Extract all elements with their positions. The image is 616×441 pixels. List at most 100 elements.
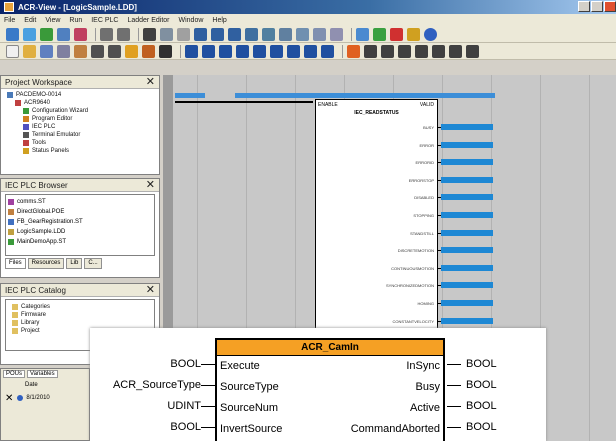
- build-icon[interactable]: [142, 44, 155, 58]
- tab-files[interactable]: Files: [5, 258, 26, 269]
- step-into-icon[interactable]: [219, 44, 232, 58]
- undo-icon[interactable]: [100, 27, 113, 41]
- find-icon[interactable]: [91, 44, 104, 58]
- tree-item[interactable]: ACR9640: [7, 99, 159, 107]
- set-coil-icon[interactable]: [432, 44, 445, 58]
- tree-item[interactable]: Terminal Emulator: [7, 131, 159, 139]
- coil-icon[interactable]: [398, 44, 411, 58]
- play-icon[interactable]: [185, 44, 198, 58]
- tree-item[interactable]: Configuration Wizard: [7, 107, 159, 115]
- compile-icon[interactable]: [125, 44, 138, 58]
- close-button[interactable]: [604, 1, 616, 12]
- output-variable-bar[interactable]: [441, 300, 493, 306]
- menu-view[interactable]: View: [45, 17, 60, 24]
- save-icon[interactable]: [40, 44, 53, 58]
- output-variable-bar[interactable]: [441, 176, 493, 183]
- compare-icon[interactable]: [74, 27, 87, 41]
- close-icon[interactable]: ✕: [146, 76, 155, 88]
- connect-icon[interactable]: [6, 27, 19, 41]
- arrow-down-icon[interactable]: [321, 44, 334, 58]
- step-icon[interactable]: [245, 27, 258, 41]
- new-file-icon[interactable]: [6, 44, 19, 58]
- tree-item[interactable]: Firmware: [12, 311, 154, 319]
- menu-window[interactable]: Window: [179, 17, 204, 24]
- output-variable-bar[interactable]: [441, 159, 493, 166]
- paste-icon[interactable]: [177, 27, 190, 41]
- redo-icon[interactable]: [117, 27, 130, 41]
- rewind-icon[interactable]: [228, 27, 241, 41]
- list-item[interactable]: LogicSample.LDD: [8, 227, 152, 237]
- list-item[interactable]: comms.ST: [8, 197, 152, 207]
- list-item[interactable]: MainDemoApp.ST: [8, 237, 152, 247]
- step-over-icon[interactable]: [202, 44, 215, 58]
- tree-item[interactable]: PACDEMO-0014: [7, 91, 159, 99]
- menu-help[interactable]: Help: [212, 17, 226, 24]
- arrow-right-icon[interactable]: [270, 44, 283, 58]
- close-icon[interactable]: ✕: [146, 179, 155, 191]
- function-block-iec-readstatus[interactable]: ENABLE VALID IEC_READSTATUS BUSY ERROR ERR…: [315, 99, 438, 341]
- print-icon[interactable]: [57, 44, 70, 58]
- stop-icon[interactable]: [390, 27, 403, 41]
- rung-icon[interactable]: [287, 44, 300, 58]
- oscilloscope-icon[interactable]: [330, 27, 343, 41]
- output-variable-bar[interactable]: [441, 229, 493, 236]
- output-variable-bar[interactable]: [441, 212, 493, 218]
- list-item[interactable]: DirectGlobal.POE: [8, 207, 152, 217]
- menu-iec-plc[interactable]: IEC PLC: [91, 17, 118, 24]
- menu-run[interactable]: Run: [69, 17, 82, 24]
- tree-item[interactable]: Library: [12, 319, 154, 327]
- tree-item[interactable]: Status Panels: [7, 147, 159, 155]
- fast-forward-icon[interactable]: [211, 27, 224, 41]
- tab-variables[interactable]: Variables: [27, 370, 58, 378]
- open-folder-icon[interactable]: [23, 44, 36, 58]
- tab-pous[interactable]: POUs: [3, 370, 26, 378]
- output-variable-bar[interactable]: [441, 247, 493, 254]
- tree-item[interactable]: Program Editor: [7, 115, 159, 123]
- copy-icon[interactable]: [160, 27, 173, 41]
- tab-lib[interactable]: Lib: [66, 258, 83, 269]
- arrow-up-icon[interactable]: [304, 44, 317, 58]
- jog-forward-icon[interactable]: [194, 27, 207, 41]
- disconnect-icon[interactable]: [23, 27, 36, 41]
- info-icon[interactable]: [424, 27, 437, 41]
- menu-file[interactable]: File: [4, 17, 15, 24]
- output-variable-bar[interactable]: [441, 141, 493, 148]
- reset-coil-icon[interactable]: [415, 44, 428, 58]
- minimize-button[interactable]: [578, 1, 590, 12]
- jump-icon[interactable]: [466, 44, 479, 58]
- menu-ladder-editor[interactable]: Ladder Editor: [127, 17, 169, 24]
- contact-icon[interactable]: [364, 44, 377, 58]
- book-icon[interactable]: [74, 44, 87, 58]
- nc-contact-icon[interactable]: [381, 44, 394, 58]
- close-icon[interactable]: ✕: [146, 284, 155, 296]
- list-item[interactable]: FB_GearRegistration.ST: [8, 217, 152, 227]
- monitor-icon[interactable]: [262, 27, 275, 41]
- plc-icon[interactable]: [356, 27, 369, 41]
- scope-icon[interactable]: [296, 27, 309, 41]
- branch-icon[interactable]: [449, 44, 462, 58]
- grid-icon[interactable]: [159, 44, 172, 58]
- tab-more[interactable]: C...: [84, 258, 102, 269]
- function-block-acr-camin[interactable]: ACR_CamIn Execute SourceType SourceNum I…: [215, 338, 445, 441]
- tree-item[interactable]: IEC PLC: [7, 123, 159, 131]
- menu-edit[interactable]: Edit: [24, 17, 36, 24]
- find-next-icon[interactable]: [108, 44, 121, 58]
- pause-icon[interactable]: [407, 27, 420, 41]
- table-row[interactable]: ✕ 8/1/2010: [1, 391, 91, 405]
- function-block-icon[interactable]: [347, 44, 360, 58]
- run-icon[interactable]: [373, 27, 386, 41]
- insert-icon[interactable]: [253, 44, 266, 58]
- output-variable-bar[interactable]: [441, 264, 493, 271]
- upload-icon[interactable]: [57, 27, 70, 41]
- download-icon[interactable]: [40, 27, 53, 41]
- status-icon[interactable]: [313, 27, 326, 41]
- output-variable-bar[interactable]: [441, 317, 493, 324]
- maximize-button[interactable]: [591, 1, 603, 12]
- output-variable-bar[interactable]: [441, 194, 493, 201]
- output-variable-bar[interactable]: [441, 282, 493, 289]
- break-icon[interactable]: [236, 44, 249, 58]
- watch-icon[interactable]: [279, 27, 292, 41]
- close-icon[interactable]: ✕: [5, 393, 13, 404]
- cut-icon[interactable]: [143, 27, 156, 41]
- output-variable-bar[interactable]: [441, 124, 493, 130]
